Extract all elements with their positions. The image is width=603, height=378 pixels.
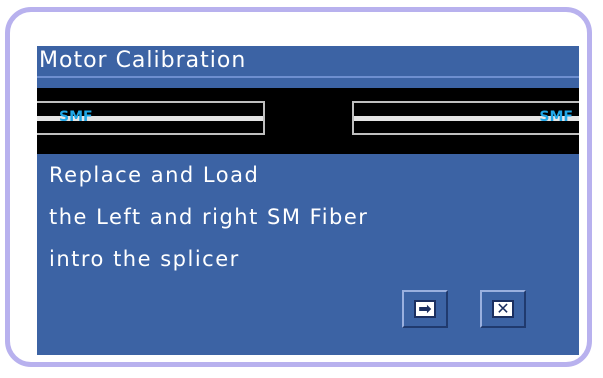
- title-bar: Motor Calibration: [37, 46, 579, 78]
- message-line-1: Replace and Load: [49, 163, 260, 187]
- right-fiber-label: SMF: [539, 109, 573, 125]
- dialog-title: Motor Calibration: [39, 48, 247, 73]
- right-fiber: SMF: [352, 101, 579, 135]
- close-icon: ✕: [492, 300, 514, 318]
- close-button[interactable]: ✕: [480, 290, 526, 328]
- next-button[interactable]: ➡: [402, 290, 448, 328]
- left-fiber: SMF: [37, 101, 265, 135]
- motor-calibration-dialog: Motor Calibration SMF SMF Replace and Lo…: [37, 46, 579, 355]
- arrow-right-icon: ➡: [414, 300, 436, 318]
- message-line-3: intro the splicer: [49, 247, 240, 271]
- left-fiber-label: SMF: [59, 109, 93, 125]
- fiber-view: SMF SMF: [37, 88, 579, 154]
- message-line-2: the Left and right SM Fiber: [49, 205, 369, 229]
